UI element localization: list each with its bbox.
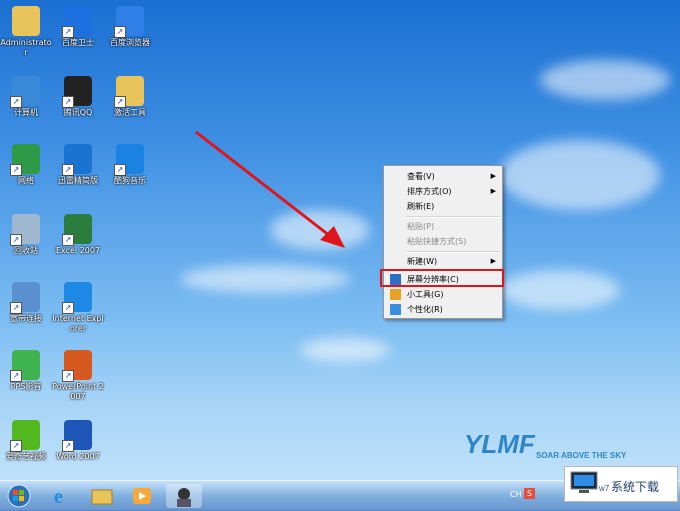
desktop-icon-label: Word 2007 xyxy=(56,452,100,461)
shortcut-arrow-icon: ↗ xyxy=(10,302,22,314)
desktop-icon[interactable]: ↗ 百度卫士 xyxy=(52,2,104,62)
desktop-icon[interactable]: ↗ 激活工具 xyxy=(104,72,156,132)
menu-separator xyxy=(406,216,500,218)
watermark-prefix: w7 xyxy=(598,484,610,493)
desktop-icon[interactable]: ↗ 回收站 xyxy=(0,210,52,270)
context-menu-label: 个性化(R) xyxy=(407,305,443,314)
shortcut-arrow-icon: ↗ xyxy=(62,440,74,452)
context-menu-label: 查看(V) xyxy=(407,172,435,181)
start-button[interactable] xyxy=(4,484,34,508)
desktop-icon-label: Internet Explorer xyxy=(52,314,104,333)
desktop-icon-label: 计算机 xyxy=(14,108,38,117)
desktop-icon[interactable]: ↗ 宽带连接 xyxy=(0,278,52,338)
desktop-icon[interactable]: ↗ 酷狗音乐 xyxy=(104,140,156,200)
desktop-icon[interactable]: ↗ PPS影音 xyxy=(0,346,52,406)
context-menu-label: 粘贴(P) xyxy=(407,222,435,231)
gadgets-icon xyxy=(390,289,401,300)
submenu-arrow-icon: ▶ xyxy=(490,187,496,195)
language-indicator[interactable]: CH xyxy=(510,490,522,499)
desktop-icon-label: 网络 xyxy=(18,176,34,185)
desktop-icon[interactable]: ↗ 爱奇艺视频 xyxy=(0,416,52,476)
shortcut-arrow-icon: ↗ xyxy=(62,26,74,38)
context-menu-label: 排序方式(O) xyxy=(407,187,452,196)
desktop-icon[interactable]: ↗ Internet Explorer xyxy=(52,278,104,338)
desktop-icon-label: 百度卫士 xyxy=(62,38,94,47)
watermark-text: 系统下载 xyxy=(611,480,659,494)
desktop-icon-label: 宽带连接 xyxy=(10,314,42,323)
ylmf-logo-graphic: YLMF SOAR ABOVE THE SKY xyxy=(464,429,627,460)
shortcut-arrow-icon: ↗ xyxy=(114,164,126,176)
shortcut-arrow-icon: ↗ xyxy=(114,26,126,38)
context-menu-item: 粘贴快捷方式(S) xyxy=(386,234,500,249)
desktop-icon-label: PPS影音 xyxy=(10,382,42,391)
taskbar-media-player-button[interactable] xyxy=(124,484,160,508)
desktop-icon-label: 激活工具 xyxy=(114,108,146,117)
desktop-icon[interactable]: ↗ PowerPoint 2007 xyxy=(52,346,104,406)
taskbar-user-button[interactable] xyxy=(166,484,202,508)
media-player-icon xyxy=(133,488,151,504)
context-menu-item[interactable]: 查看(V) ▶ xyxy=(386,169,500,184)
shortcut-arrow-icon: ↗ xyxy=(114,96,126,108)
shortcut-arrow-icon: ↗ xyxy=(10,370,22,382)
desktop-icon-label: 腾讯QQ xyxy=(63,108,93,117)
shortcut-arrow-icon: ↗ xyxy=(10,96,22,108)
user-avatar-icon xyxy=(177,488,191,507)
context-menu-label: 新建(W) xyxy=(407,257,438,266)
desktop-icon[interactable]: ↗ Excel 2007 xyxy=(52,210,104,270)
context-menu-item[interactable]: 小工具(G) xyxy=(386,287,500,302)
watermark-graphic: w7 系统下载 xyxy=(570,471,659,494)
desktop-icon[interactable]: Administrator xyxy=(0,2,52,62)
desktop-icon[interactable]: ↗ 迅雷精简版 xyxy=(52,140,104,200)
desktop-icon[interactable]: ↗ Word 2007 xyxy=(52,416,104,476)
windows-explorer-icon xyxy=(91,489,113,505)
taskbar-ie-button[interactable]: e xyxy=(44,484,80,508)
input-method-icon[interactable]: S xyxy=(524,488,535,499)
svg-text:e: e xyxy=(54,486,63,508)
internet-explorer-icon: e xyxy=(54,486,63,508)
personalize-icon xyxy=(390,304,401,315)
ylmf-logo: YLMF SOAR ABOVE THE SKY xyxy=(464,429,634,468)
desktop-icon-label: Excel 2007 xyxy=(55,246,101,255)
watermark: w7 系统下载 xyxy=(564,466,678,502)
context-menu-label: 小工具(G) xyxy=(407,290,444,299)
submenu-arrow-icon: ▶ xyxy=(490,257,496,265)
shortcut-arrow-icon: ↗ xyxy=(62,302,74,314)
shortcut-arrow-icon: ↗ xyxy=(10,164,22,176)
desktop-icon[interactable]: ↗ 百度浏览器 xyxy=(104,2,156,62)
desktop-icon-label: 百度浏览器 xyxy=(110,38,150,47)
shortcut-arrow-icon: ↗ xyxy=(62,164,74,176)
desktop-icon[interactable]: ↗ 腾讯QQ xyxy=(52,72,104,132)
context-menu-label: 粘贴快捷方式(S) xyxy=(407,237,467,246)
context-menu-item: 粘贴(P) xyxy=(386,219,500,234)
shortcut-arrow-icon: ↗ xyxy=(62,234,74,246)
shortcut-arrow-icon: ↗ xyxy=(62,96,74,108)
desktop-icon-label: 回收站 xyxy=(14,246,38,255)
shortcut-arrow-icon: ↗ xyxy=(62,370,74,382)
desktop-icon-label: 迅雷精简版 xyxy=(58,176,98,185)
context-menu-item[interactable]: 排序方式(O) ▶ xyxy=(386,184,500,199)
context-menu-item[interactable]: 新建(W) ▶ xyxy=(386,254,500,269)
taskbar-explorer-button[interactable] xyxy=(84,484,120,508)
context-menu-item[interactable]: 个性化(R) xyxy=(386,302,500,317)
desktop-icon-label: 酷狗音乐 xyxy=(114,176,146,185)
logo-slogan: SOAR ABOVE THE SKY xyxy=(536,451,627,460)
submenu-arrow-icon: ▶ xyxy=(490,172,496,180)
folder-user-icon xyxy=(12,6,40,36)
shortcut-arrow-icon: ↗ xyxy=(10,440,22,452)
desktop-icon-label: Administrator xyxy=(0,38,52,57)
desktop-icon[interactable]: ↗ 网络 xyxy=(0,140,52,200)
start-orb-icon xyxy=(7,484,31,508)
highlight-box xyxy=(380,269,504,287)
shortcut-arrow-icon: ↗ xyxy=(10,234,22,246)
desktop-context-menu: 查看(V) ▶ 排序方式(O) ▶ 刷新(E) 粘贴(P) 粘贴快捷方式(S) 新建(W) ▶ 屏… xyxy=(383,165,503,319)
desktop-icon-label: 爱奇艺视频 xyxy=(6,452,46,461)
desktop-icon[interactable]: ↗ 计算机 xyxy=(0,72,52,132)
context-menu-label: 刷新(E) xyxy=(407,202,435,211)
menu-separator xyxy=(406,251,500,253)
desktop-icon-label: PowerPoint 2007 xyxy=(52,382,104,401)
context-menu-item[interactable]: 刷新(E) xyxy=(386,199,500,214)
logo-text: YLMF xyxy=(464,431,536,459)
